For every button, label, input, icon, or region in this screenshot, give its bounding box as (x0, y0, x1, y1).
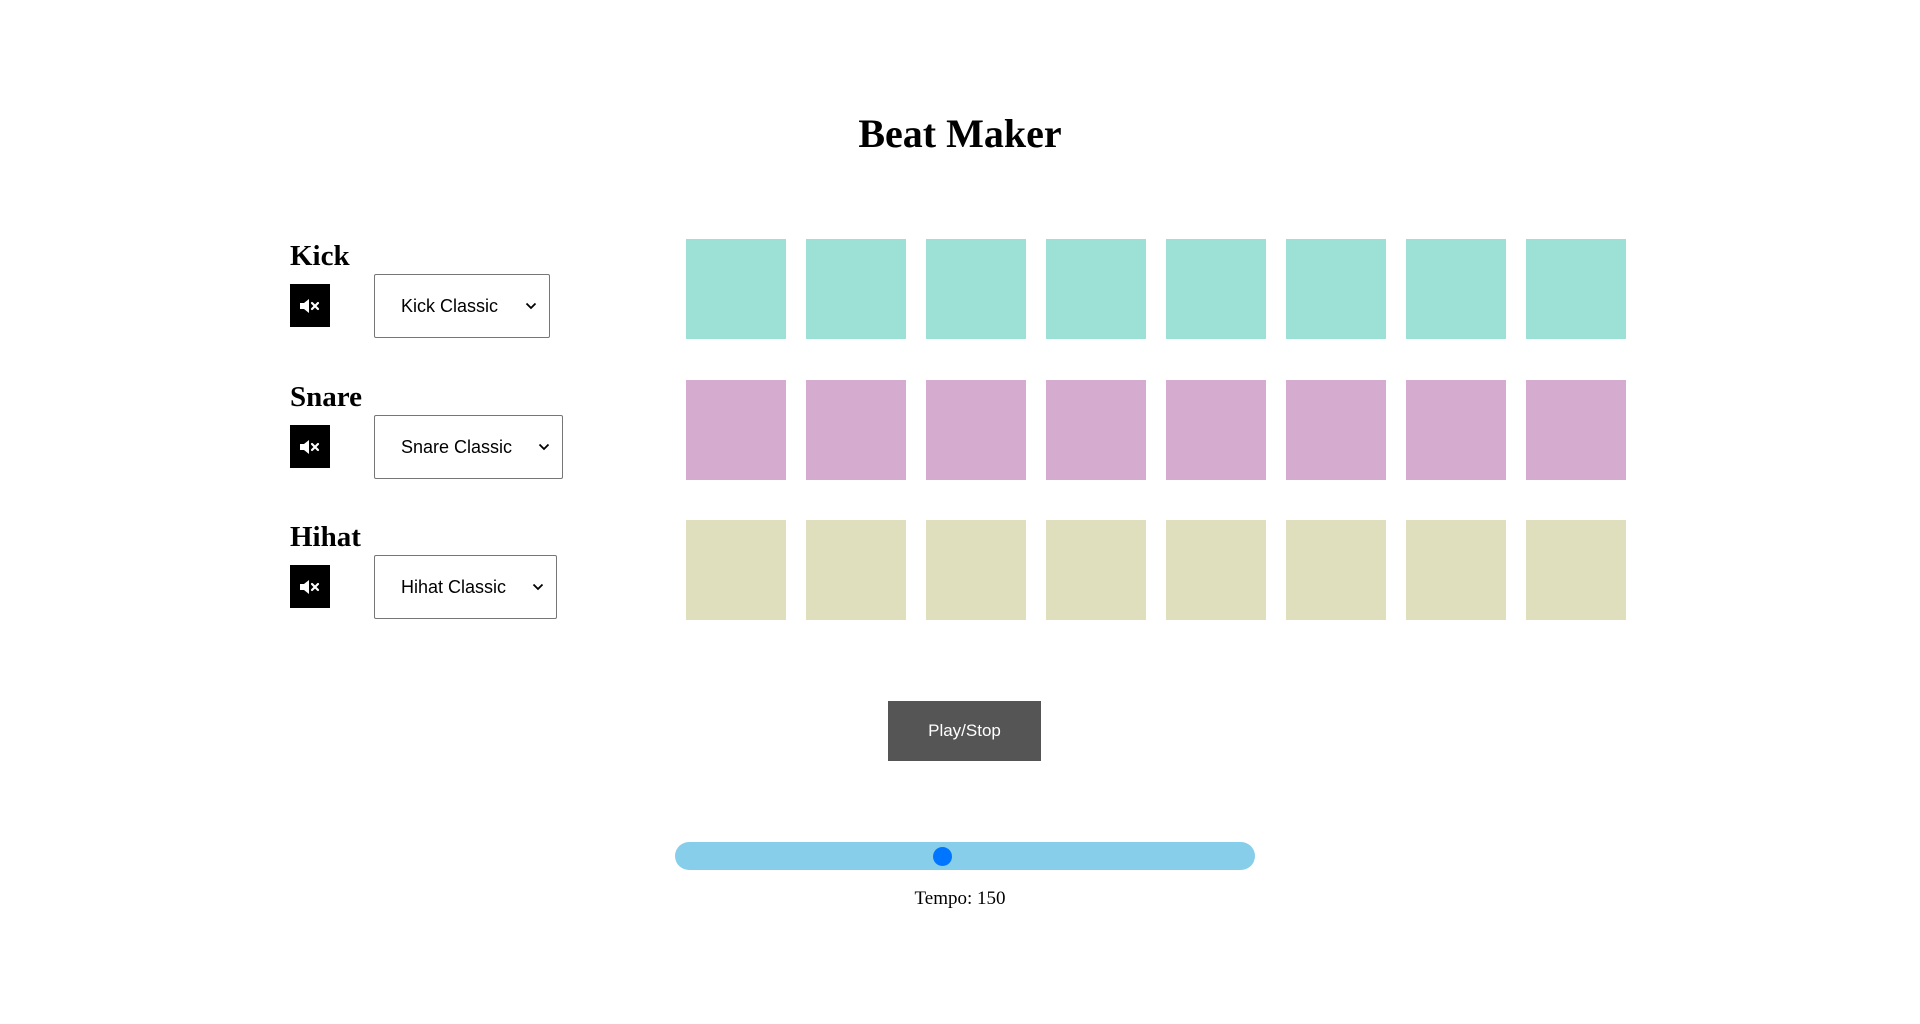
step-pad-hihat-8[interactable] (1526, 520, 1626, 620)
track-name-hihat: Hihat (290, 521, 361, 553)
track-hihat: Hihat Hihat Classic (290, 520, 1640, 622)
step-pad-snare-8[interactable] (1526, 380, 1626, 480)
step-pad-kick-8[interactable] (1526, 239, 1626, 339)
step-pad-hihat-4[interactable] (1046, 520, 1146, 620)
step-pads-snare (686, 380, 1626, 480)
chevron-down-icon (525, 302, 537, 310)
step-pad-snare-3[interactable] (926, 380, 1026, 480)
sound-select-kick[interactable]: Kick Classic (374, 274, 550, 338)
sound-select-hihat[interactable]: Hihat Classic (374, 555, 557, 619)
step-pads-kick (686, 239, 1626, 339)
step-pad-kick-6[interactable] (1286, 239, 1386, 339)
sound-select-hihat-value: Hihat Classic (401, 576, 507, 597)
step-pad-kick-7[interactable] (1406, 239, 1506, 339)
speaker-muted-icon (300, 298, 320, 313)
step-pad-hihat-5[interactable] (1166, 520, 1266, 620)
step-pad-hihat-2[interactable] (806, 520, 906, 620)
step-pad-hihat-7[interactable] (1406, 520, 1506, 620)
track-name-kick: Kick (290, 240, 350, 272)
step-pad-snare-4[interactable] (1046, 380, 1146, 480)
tempo-slider[interactable] (675, 842, 1255, 870)
page-title: Beat Maker (858, 111, 1062, 156)
step-pad-snare-2[interactable] (806, 380, 906, 480)
beat-maker-page: Beat Maker Kick Kick Classic Snare Snare… (0, 0, 1920, 1024)
mute-button-kick[interactable] (290, 284, 330, 327)
play-stop-button[interactable]: Play/Stop (888, 701, 1041, 761)
sound-select-snare[interactable]: Snare Classic (374, 415, 563, 479)
step-pad-kick-2[interactable] (806, 239, 906, 339)
sound-select-kick-value: Kick Classic (401, 295, 499, 316)
track-name-snare: Snare (290, 381, 362, 413)
tempo-slider-thumb[interactable] (933, 847, 953, 866)
step-pad-kick-3[interactable] (926, 239, 1026, 339)
step-pads-hihat (686, 520, 1626, 620)
track-snare: Snare Snare Classic (290, 380, 1640, 482)
sound-select-snare-value: Snare Classic (401, 436, 513, 457)
track-kick: Kick Kick Classic (290, 239, 1640, 341)
step-pad-snare-6[interactable] (1286, 380, 1386, 480)
mute-button-hihat[interactable] (290, 565, 330, 608)
speaker-muted-icon (300, 439, 320, 454)
step-pad-hihat-6[interactable] (1286, 520, 1386, 620)
step-pad-kick-4[interactable] (1046, 239, 1146, 339)
step-pad-hihat-3[interactable] (926, 520, 1026, 620)
chevron-down-icon (538, 443, 550, 451)
mute-button-snare[interactable] (290, 425, 330, 468)
step-pad-snare-1[interactable] (686, 380, 786, 480)
chevron-down-icon (532, 583, 544, 591)
step-pad-kick-5[interactable] (1166, 239, 1266, 339)
step-pad-hihat-1[interactable] (686, 520, 786, 620)
speaker-muted-icon (300, 579, 320, 594)
tempo-label: Tempo: 150 (914, 888, 1006, 909)
step-pad-snare-5[interactable] (1166, 380, 1266, 480)
step-pad-snare-7[interactable] (1406, 380, 1506, 480)
step-pad-kick-1[interactable] (686, 239, 786, 339)
